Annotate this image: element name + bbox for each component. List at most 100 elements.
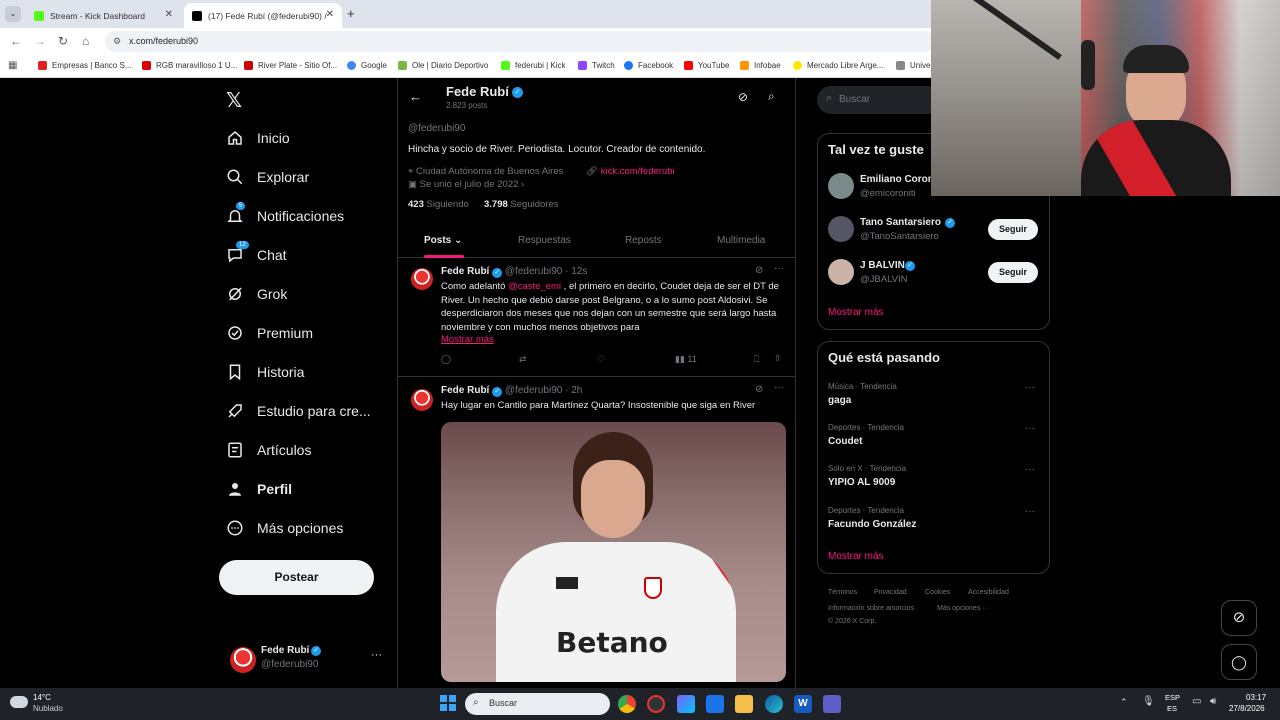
footer-terms[interactable]: Términos — [828, 589, 857, 596]
clock-time[interactable]: 03:17 — [1246, 693, 1266, 702]
volume-icon[interactable]: 🔊︎ — [1210, 696, 1216, 707]
bookmark-item[interactable]: Empresas | Banco S... — [38, 61, 131, 70]
grok-summary-icon[interactable]: ⊘ — [738, 90, 748, 104]
nav-mas-opciones[interactable]: Más opciones — [226, 519, 343, 537]
search-input[interactable]: ⌕ Buscar — [817, 86, 942, 114]
repost-icon[interactable]: ⇄ — [519, 354, 527, 365]
tweet-time[interactable]: · 2h — [565, 385, 582, 396]
more-icon[interactable]: ··· — [774, 382, 784, 393]
forward-icon[interactable]: → — [34, 34, 46, 48]
tweet-image[interactable]: Betano — [441, 422, 786, 682]
followers-link[interactable]: 3.798 Seguidores — [484, 199, 558, 210]
tab-kick-dashboard[interactable]: Stream - Kick Dashboard ✕ — [26, 3, 181, 28]
show-more-link[interactable]: Mostrar más — [828, 307, 884, 318]
tab-posts[interactable]: Posts ⌄ — [424, 235, 462, 246]
language-indicator[interactable]: ESP — [1165, 693, 1180, 702]
edge-icon[interactable] — [765, 695, 783, 713]
teams-icon[interactable] — [823, 695, 841, 713]
mic-icon[interactable]: 🎙︎ — [1142, 696, 1155, 707]
tweet[interactable]: Fede Rubí ✓ @federubi90 · 2h ⊘ ··· Hay l… — [398, 378, 795, 688]
weather-desc[interactable]: Nublado — [33, 704, 63, 713]
tweet-time[interactable]: · 12s — [565, 266, 587, 277]
url-input[interactable]: ⚙ x.com/federubi90 — [105, 31, 935, 52]
grok-float-button[interactable]: ⊘ — [1221, 600, 1257, 636]
trend-name[interactable]: Coudet — [828, 436, 862, 447]
tweet-author[interactable]: Fede Rubí — [441, 385, 489, 396]
footer-cookies[interactable]: Cookies — [925, 589, 950, 596]
tweet-author[interactable]: Fede Rubí — [441, 266, 489, 277]
mention-link[interactable]: @caste_emi — [508, 281, 561, 292]
tab-respuestas[interactable]: Respuestas — [518, 235, 571, 246]
reply-icon[interactable]: ◯ — [441, 354, 451, 365]
tab-reposts[interactable]: Reposts — [625, 235, 662, 246]
reload-icon[interactable]: ↻ — [58, 34, 68, 48]
more-icon[interactable]: ··· — [1025, 464, 1035, 475]
trend-name[interactable]: gaga — [828, 395, 851, 406]
chrome-icon[interactable] — [618, 695, 636, 713]
weather-temp[interactable]: 14°C — [33, 693, 51, 702]
bookmark-item[interactable]: River Plate - Sitio Of... — [244, 61, 337, 70]
obs-icon[interactable] — [647, 695, 665, 713]
back-arrow-icon[interactable]: ← — [409, 89, 422, 104]
grok-icon[interactable]: ⊘ — [755, 265, 763, 276]
like-icon[interactable]: ♡ — [597, 354, 605, 365]
tweet[interactable]: Fede Rubí ✓ @federubi90 · 12s ⊘ ··· Como… — [398, 259, 795, 377]
profile-link[interactable]: 🔗︎ kick.com/federubi — [586, 166, 675, 177]
nav-perfil[interactable]: Perfil — [226, 480, 292, 498]
close-tab-icon[interactable]: ✕ — [326, 9, 334, 20]
post-button[interactable]: Postear — [219, 560, 374, 595]
bookmark-item[interactable]: federubi | Kick — [501, 61, 566, 70]
tab-x-profile[interactable]: (17) Fede Rubí (@federubi90) / ✕ — [184, 3, 342, 28]
show-more-link[interactable]: Mostrar más — [441, 334, 494, 345]
close-tab-icon[interactable]: ✕ — [165, 9, 173, 20]
network-icon[interactable]: ▭ — [1192, 696, 1201, 707]
more-icon[interactable]: ··· — [1025, 423, 1035, 434]
chevron-up-icon[interactable]: ⌃ — [1120, 697, 1128, 708]
more-icon[interactable]: ··· — [371, 649, 382, 661]
bookmark-item[interactable]: Facebook — [624, 61, 673, 70]
footer-accessibility[interactable]: Accesibilidad — [968, 589, 1009, 596]
more-icon[interactable]: ··· — [1025, 506, 1035, 517]
tab-multimedia[interactable]: Multimedia — [717, 235, 765, 246]
footer-privacy[interactable]: Privacidad — [874, 589, 907, 596]
account-switcher[interactable]: Fede Rubí ✓ @federubi90 ··· — [226, 643, 386, 679]
nav-grok[interactable]: Grok — [226, 285, 287, 303]
following-link[interactable]: 423 Siguiendo — [408, 199, 469, 210]
more-icon[interactable]: ··· — [1025, 382, 1035, 393]
follow-button[interactable]: Seguir — [988, 262, 1038, 283]
nav-articulos[interactable]: Artículos — [226, 441, 311, 459]
apps-icon[interactable]: ▦ — [8, 60, 17, 71]
show-more-link[interactable]: Mostrar más — [828, 551, 884, 562]
bookmark-item[interactable]: Twitch — [578, 61, 615, 70]
x-logo-icon[interactable]: 𝕏 — [226, 88, 242, 113]
search-icon[interactable]: ⌕ — [768, 89, 775, 104]
nav-inicio[interactable]: Inicio — [226, 129, 290, 147]
bookmark-icon[interactable]: ⎕ — [754, 354, 759, 365]
bookmark-item[interactable]: Unive — [896, 61, 930, 70]
bookmark-item[interactable]: Google — [347, 61, 387, 70]
new-tab-button[interactable]: + — [347, 6, 355, 21]
home-browser-icon[interactable]: ⌂ — [82, 34, 89, 48]
footer-more[interactable]: Más opciones ··· — [937, 605, 989, 612]
copilot-icon[interactable] — [677, 695, 695, 713]
nav-chat[interactable]: 12 Chat — [226, 241, 287, 264]
nav-premium[interactable]: Premium — [226, 324, 313, 342]
nav-explorar[interactable]: Explorar — [226, 168, 309, 186]
follow-button[interactable]: Seguir — [988, 219, 1038, 240]
clock-date[interactable]: 27/8/2026 — [1229, 704, 1265, 713]
bookmark-item[interactable]: Mercado Libre Arge... — [793, 61, 883, 70]
trend-name[interactable]: YIPIO AL 9009 — [828, 477, 895, 488]
file-explorer-icon[interactable] — [735, 695, 753, 713]
trend-name[interactable]: Facundo González — [828, 519, 916, 530]
tab-list-button[interactable]: ⌄ — [5, 6, 21, 22]
bookmark-item[interactable]: YouTube — [684, 61, 729, 70]
bookmark-item[interactable]: RGB maravilloso 1 U... — [142, 61, 237, 70]
grok-icon[interactable]: ⊘ — [755, 384, 763, 395]
views-icon[interactable]: ▮▮ 11 — [675, 354, 697, 365]
bookmark-item[interactable]: Ole | Diario Deportivo — [398, 61, 488, 70]
more-icon[interactable]: ··· — [774, 263, 784, 274]
nav-notificaciones[interactable]: 5 Notificaciones — [226, 202, 344, 225]
site-info-icon[interactable]: ⚙ — [113, 31, 121, 52]
nav-estudio[interactable]: Estudio para cre... — [226, 402, 371, 420]
nav-historia[interactable]: Historia — [226, 363, 304, 381]
